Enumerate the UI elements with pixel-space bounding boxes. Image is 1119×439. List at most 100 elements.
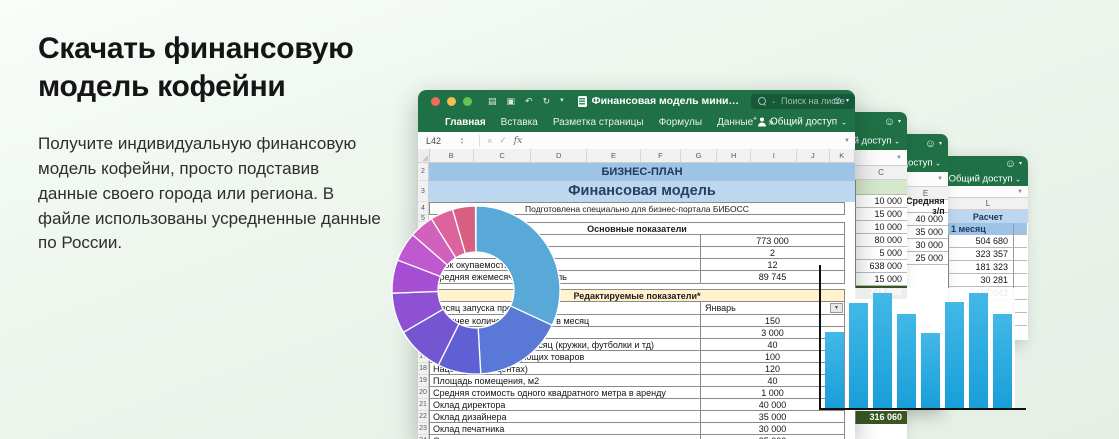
- banner-cell[interactable]: Финансовая модель: [429, 181, 855, 202]
- cell[interactable]: [855, 180, 907, 195]
- cell[interactable]: 10 000: [855, 221, 907, 234]
- column-header-B[interactable]: B: [430, 149, 474, 162]
- row-number[interactable]: 3: [418, 181, 428, 202]
- share-button[interactable]: + Общий доступ ⌄: [757, 117, 847, 128]
- value-cell[interactable]: Январь▼: [700, 302, 845, 315]
- bar-1: [825, 332, 844, 408]
- banner-cell[interactable]: БИЗНЕС-ПЛАН: [429, 163, 855, 181]
- value-cell[interactable]: 12: [700, 259, 845, 271]
- toolbar-options-icon[interactable]: ▾: [560, 96, 564, 107]
- undo-icon[interactable]: ↶: [525, 96, 533, 107]
- confirm-icon[interactable]: ✓: [499, 135, 507, 146]
- bar-8: [993, 314, 1012, 408]
- column-header-E[interactable]: E: [587, 149, 641, 162]
- cell[interactable]: 25 000: [903, 252, 948, 265]
- value-cell[interactable]: 30 000: [700, 423, 845, 435]
- cell[interactable]: 80 000: [855, 234, 907, 247]
- column-header-J[interactable]: J: [797, 149, 829, 162]
- donut-segment-1: [476, 206, 560, 325]
- tab-home[interactable]: Главная: [445, 117, 486, 128]
- feedback-smiley-icon[interactable]: ☺ ▾: [925, 138, 942, 150]
- label-cell[interactable]: Оклад помощника печатника: [429, 435, 700, 439]
- name-box[interactable]: L42: [418, 136, 460, 146]
- column-header-I[interactable]: I: [751, 149, 797, 162]
- row-number[interactable]: 2: [418, 163, 428, 181]
- month-header-cell[interactable]: 1 месяц: [948, 223, 1013, 235]
- feedback-smiley-icon[interactable]: ☺ ▾: [884, 116, 901, 128]
- feedback-smiley-icon[interactable]: ☺ ▾: [1005, 158, 1022, 170]
- row-number[interactable]: 22: [418, 411, 428, 423]
- row-number[interactable]: 23: [418, 423, 428, 435]
- hero-section: Скачать финансовую модель кофейни Получи…: [0, 0, 1119, 439]
- value-cell[interactable]: 2: [700, 247, 845, 259]
- bar-7: [969, 293, 988, 408]
- dropdown-button[interactable]: ▼: [830, 303, 843, 313]
- window4-formula-bar[interactable]: ▼: [948, 186, 1028, 198]
- row-number[interactable]: 24: [418, 435, 428, 439]
- column-headers: BCDEFGHIJK: [418, 149, 855, 163]
- tab-formulas[interactable]: Формулы: [659, 117, 703, 128]
- label-cell[interactable]: Средняя стоимость одного квадратного мет…: [429, 387, 700, 399]
- window-layout-icon[interactable]: ▤: [488, 96, 497, 107]
- window-controls: [431, 97, 472, 106]
- window3-formula-bar[interactable]: ▼: [903, 172, 948, 187]
- window2-column-header[interactable]: C: [855, 166, 907, 180]
- label-cell[interactable]: Оклад дизайнера: [429, 411, 700, 423]
- redo-icon[interactable]: ↻: [543, 96, 551, 107]
- value-cell[interactable]: 1 000: [700, 387, 845, 399]
- window4-column-header[interactable]: L: [948, 198, 1028, 210]
- column-header-F[interactable]: F: [641, 149, 681, 162]
- cell[interactable]: 323 357: [948, 248, 1013, 261]
- column-header-K[interactable]: K: [830, 149, 855, 162]
- window3-title-bar: ☺ ▾: [903, 134, 948, 154]
- cell[interactable]: 10 000: [855, 195, 907, 208]
- label-cell[interactable]: Оклад печатника: [429, 423, 700, 435]
- value-cell[interactable]: 89 745: [700, 271, 845, 284]
- column-header-G[interactable]: G: [681, 149, 717, 162]
- row-number[interactable]: 20: [418, 387, 428, 399]
- value-cell[interactable]: 120: [700, 363, 845, 375]
- value-cell[interactable]: 40: [700, 375, 845, 387]
- fx-icon[interactable]: fx: [514, 136, 522, 146]
- cell[interactable]: 181 323: [948, 261, 1013, 274]
- minimize-window-button[interactable]: [447, 97, 456, 106]
- feedback-smiley-icon[interactable]: ☺ ▾: [832, 95, 849, 107]
- value-cell[interactable]: 773 000: [700, 235, 845, 247]
- value-cell[interactable]: 3 000: [700, 327, 845, 339]
- zoom-window-button[interactable]: [463, 97, 472, 106]
- column-header-C[interactable]: C: [474, 149, 532, 162]
- tab-page-layout[interactable]: Разметка страницы: [553, 117, 644, 128]
- value-cell[interactable]: 150: [700, 315, 845, 327]
- cell[interactable]: 638 000: [855, 260, 907, 273]
- cell[interactable]: 5 000: [855, 247, 907, 260]
- column-letter: L: [948, 199, 1028, 208]
- calc-header-cell[interactable]: Расчет: [948, 210, 1028, 223]
- column-header-H[interactable]: H: [717, 149, 751, 162]
- select-all-corner[interactable]: [418, 149, 430, 162]
- name-box-stepper[interactable]: ▲▼: [460, 137, 464, 145]
- window2-formula-bar[interactable]: ▼: [855, 150, 907, 166]
- value-cell[interactable]: 35 000: [700, 411, 845, 423]
- chevron-down-icon: ⌄: [1015, 177, 1021, 184]
- cell[interactable]: 15 000: [855, 273, 907, 286]
- row-number[interactable]: 21: [418, 399, 428, 411]
- person-plus-icon: +: [757, 118, 766, 127]
- tab-data[interactable]: Данные: [717, 117, 753, 128]
- value-cell[interactable]: 25 000: [700, 435, 845, 439]
- cell[interactable]: 35 000: [903, 226, 948, 239]
- cell[interactable]: 504 680: [948, 235, 1013, 248]
- cell[interactable]: 30 281: [948, 274, 1013, 287]
- column-header-D[interactable]: D: [531, 149, 587, 162]
- window2-ribbon: Общий доступ ⌄: [855, 132, 907, 150]
- tab-insert[interactable]: Вставка: [501, 117, 538, 128]
- cell[interactable]: 15 000: [855, 208, 907, 221]
- salary-header-cell[interactable]: Средняя з/п: [903, 200, 948, 213]
- value-cell[interactable]: 100: [700, 351, 845, 363]
- label-cell[interactable]: Оклад директора: [429, 399, 700, 411]
- total-cell[interactable]: 316 060: [855, 411, 907, 424]
- value-cell[interactable]: 40: [700, 339, 845, 351]
- close-window-button[interactable]: [431, 97, 440, 106]
- cancel-icon[interactable]: ×: [487, 136, 492, 146]
- cell[interactable]: 30 000: [903, 239, 948, 252]
- save-icon[interactable]: ▣: [507, 96, 516, 107]
